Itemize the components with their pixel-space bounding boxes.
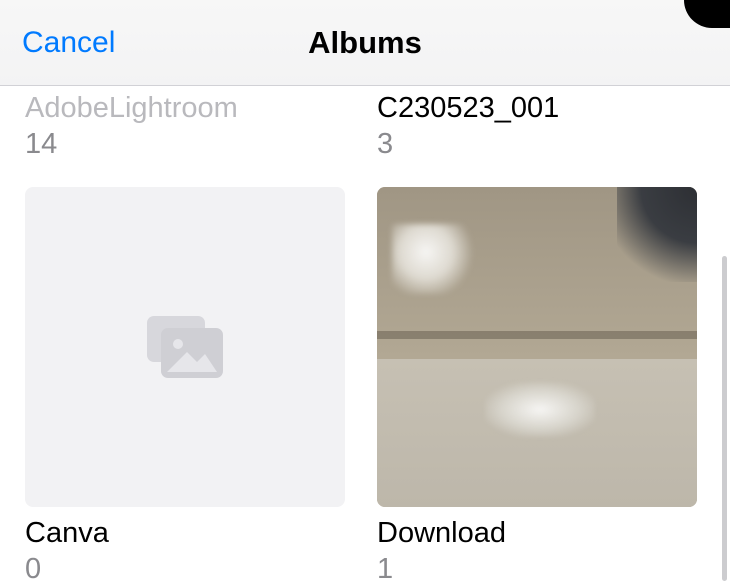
scroll-indicator[interactable] xyxy=(722,256,727,581)
partial-visible-row: AdobeLightroom 14 C230523_001 3 xyxy=(25,86,705,163)
album-name: C230523_001 xyxy=(377,90,697,126)
album-count: 0 xyxy=(25,551,345,587)
device-corner xyxy=(684,0,730,28)
album-count: 3 xyxy=(377,126,697,162)
album-thumbnail-empty xyxy=(25,187,345,507)
page-title: Albums xyxy=(308,25,422,61)
photos-placeholder-icon xyxy=(145,314,225,380)
album-labels: Download 1 xyxy=(377,515,697,587)
album-name: Download xyxy=(377,515,697,551)
album-thumbnail xyxy=(377,187,697,507)
album-canva[interactable]: Canva 0 xyxy=(25,187,345,587)
album-name: Canva xyxy=(25,515,345,551)
albums-row: Canva 0 Download 1 xyxy=(25,187,705,587)
albums-content: AdobeLightroom 14 C230523_001 3 C xyxy=(0,86,730,583)
album-count: 1 xyxy=(377,551,697,587)
cancel-button[interactable]: Cancel xyxy=(22,26,115,60)
album-cell-partial[interactable]: C230523_001 3 xyxy=(377,90,697,163)
album-cell-partial[interactable]: AdobeLightroom 14 xyxy=(25,90,345,163)
album-download[interactable]: Download 1 xyxy=(377,187,697,587)
album-count: 14 xyxy=(25,126,345,162)
navigation-bar: Cancel Albums xyxy=(0,0,730,86)
album-labels: Canva 0 xyxy=(25,515,345,587)
album-name: AdobeLightroom xyxy=(25,90,345,126)
